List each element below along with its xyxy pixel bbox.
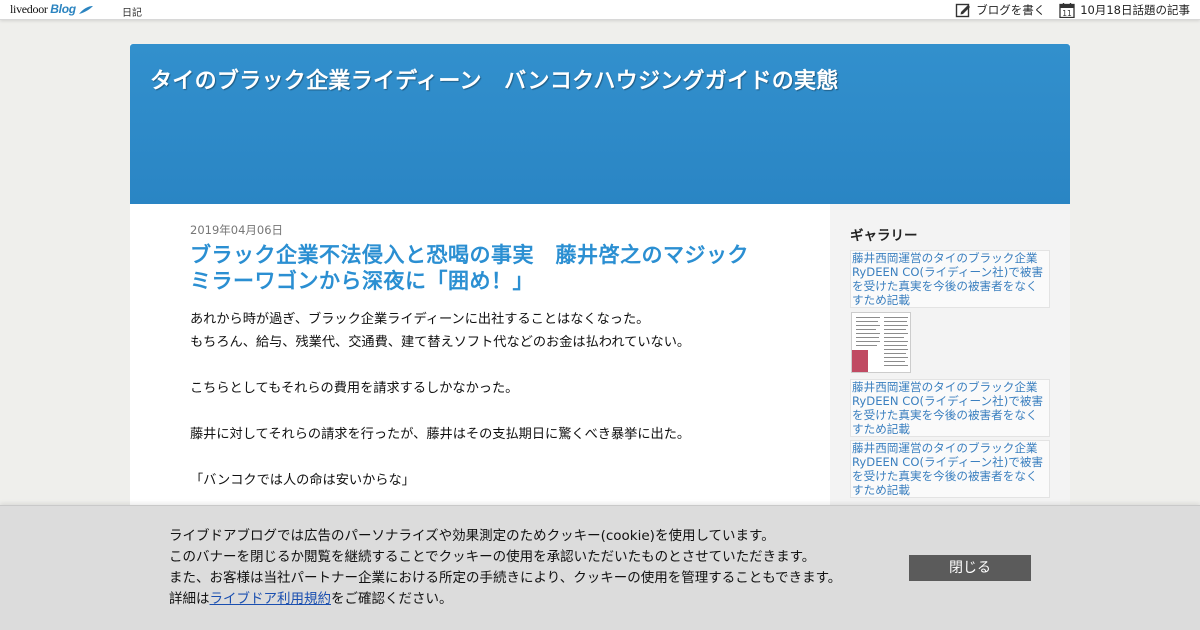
- cookie-line: また、お客様は当社パートナー企業における所定の手続きにより、クッキーの使用を管理…: [169, 570, 842, 586]
- trending-articles-link[interactable]: 11 10月18日話題の記事: [1059, 2, 1190, 18]
- post-paragraph: [190, 400, 770, 423]
- calendar-icon: 11: [1059, 3, 1075, 18]
- close-banner-button[interactable]: 閉じる: [909, 555, 1031, 581]
- logo-blog-text: Blog: [50, 2, 76, 16]
- trending-label: 10月18日話題の記事: [1080, 3, 1190, 17]
- feather-icon: [79, 6, 94, 15]
- blog-title[interactable]: タイのブラック企業ライディーン バンコクハウジングガイドの実態: [150, 63, 839, 95]
- cookie-details-prefix: 詳細は: [169, 591, 210, 607]
- post-body: あれから時が過ぎ、ブラック企業ライディーンに出社することはなくなった。 もちろん…: [190, 308, 770, 492]
- gallery-image-broken-2[interactable]: 藤井西岡運営のタイのブラック企業RyDEEN CO(ライディーン社)で被害を受け…: [850, 379, 1050, 437]
- blog-header: タイのブラック企業ライディーン バンコクハウジングガイドの実態: [130, 44, 1070, 204]
- post-paragraph: あれから時が過ぎ、ブラック企業ライディーンに出社することはなくなった。: [190, 312, 650, 327]
- gallery-alt-text: 藤井西岡運営のタイのブラック企業RyDEEN CO(ライディーン社)で被害を受け…: [852, 441, 1044, 497]
- cookie-line: このバナーを閉じるか閲覧を継続することでクッキーの使用を承認いただいたものとさせ…: [169, 549, 816, 565]
- post-paragraph: [190, 354, 770, 377]
- gallery-heading: ギャラリー: [850, 228, 918, 244]
- post-paragraph: もちろん、給与、残業代、交通費、建て替えソフト代などのお金は払われていない。: [190, 335, 691, 350]
- gallery-image-broken-3[interactable]: 藤井西岡運営のタイのブラック企業RyDEEN CO(ライディーン社)で被害を受け…: [850, 440, 1050, 498]
- gallery-alt-text: 藤井西岡運営のタイのブラック企業RyDEEN CO(ライディーン社)で被害を受け…: [852, 380, 1044, 436]
- nav-diary-link[interactable]: 日記: [122, 4, 142, 19]
- post-paragraph: 藤井に対してそれらの請求を行ったが、藤井はその支払期日に驚くべき暴挙に出た。: [190, 427, 691, 442]
- calendar-day-number: 11: [1062, 9, 1072, 18]
- write-blog-label: ブログを書く: [976, 3, 1046, 17]
- cookie-details-suffix: をご確認ください。: [331, 591, 453, 607]
- cookie-line-details: 詳細はライブドア利用規約をご確認ください。: [169, 589, 841, 610]
- cookie-line: ライブドアブログでは広告のパーソナライズや効果測定のためクッキー(cookie)…: [169, 528, 775, 544]
- gallery-image-broken-1[interactable]: 藤井西岡運営のタイのブラック企業RyDEEN CO(ライディーン社)で被害を受け…: [850, 250, 1050, 308]
- article: 2019年04月06日 ブラック企業不法侵入と恐喝の事実 藤井啓之のマジックミラ…: [190, 222, 770, 492]
- top-bar: livedoor Blog 日記 ブログを書く 11 10月18日話題の記事: [0, 0, 1200, 20]
- post-paragraph: こちらとしてもそれらの費用を請求するしかなかった。: [190, 381, 519, 396]
- cookie-message: ライブドアブログでは広告のパーソナライズや効果測定のためクッキー(cookie)…: [169, 526, 841, 610]
- livedoor-blog-logo[interactable]: livedoor Blog: [10, 2, 94, 17]
- cookie-banner: ライブドアブログでは広告のパーソナライズや効果測定のためクッキー(cookie)…: [0, 505, 1200, 630]
- logo-text: livedoor: [10, 2, 48, 16]
- write-blog-link[interactable]: ブログを書く: [955, 2, 1045, 18]
- terms-of-use-link[interactable]: ライブドア利用規約: [210, 591, 332, 607]
- gallery-thumbnail[interactable]: [851, 312, 911, 373]
- post-title[interactable]: ブラック企業不法侵入と恐喝の事実 藤井啓之のマジックミラーワゴンから深夜に「囲め…: [190, 242, 770, 294]
- post-paragraph: [190, 446, 770, 469]
- pencil-edit-icon: [956, 3, 971, 18]
- gallery-alt-text: 藤井西岡運営のタイのブラック企業RyDEEN CO(ライディーン社)で被害を受け…: [852, 251, 1044, 307]
- top-right-links: ブログを書く 11 10月18日話題の記事: [955, 2, 1190, 18]
- post-paragraph: 「バンコクでは人の命は安いからな」: [190, 473, 415, 488]
- post-date: 2019年04月06日: [190, 223, 284, 237]
